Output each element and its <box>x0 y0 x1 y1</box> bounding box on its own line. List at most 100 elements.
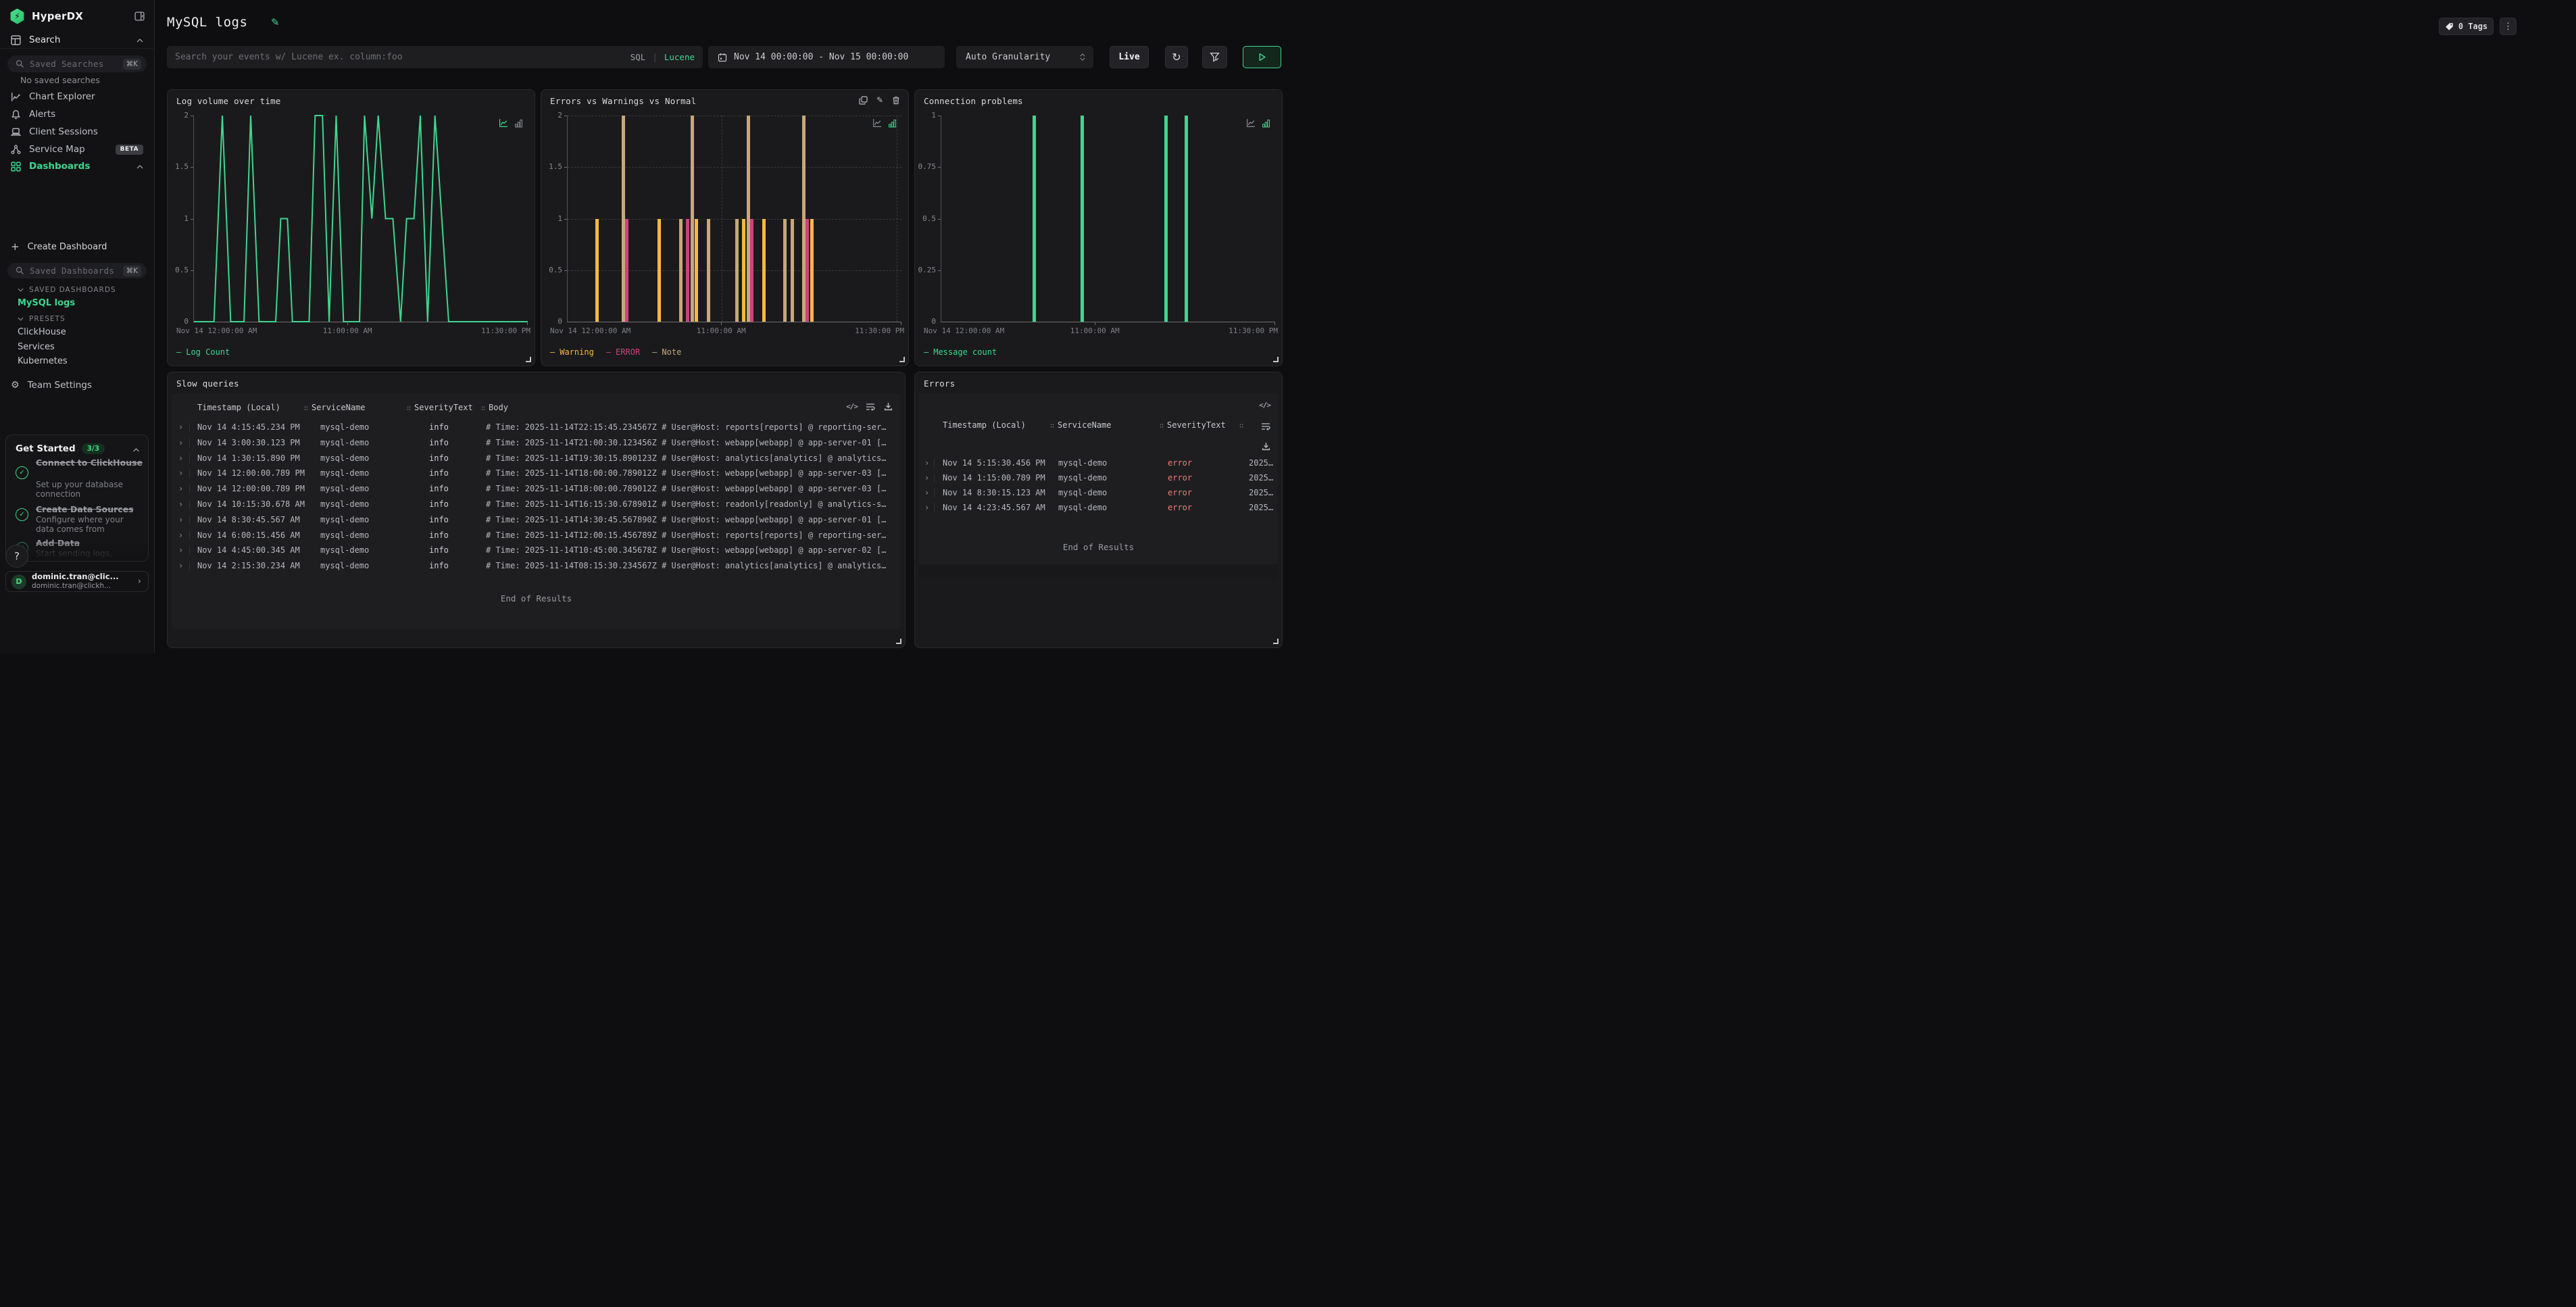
run-query-button[interactable] <box>1243 46 1281 68</box>
refresh-button[interactable]: ↻ <box>1165 46 1188 68</box>
user-menu[interactable]: D dominic.tran@clic... dominic.tran@clic… <box>5 571 149 592</box>
sidebar-item-dashboards[interactable]: Dashboards <box>0 157 154 175</box>
sidebar-item-team-settings[interactable]: ⚙ Team Settings <box>0 376 154 394</box>
column-drag-icon[interactable]: ∷ <box>1050 422 1054 430</box>
chevron-up-icon[interactable] <box>132 442 140 455</box>
preset-item-services[interactable]: Services <box>18 342 55 352</box>
expand-row-icon[interactable]: › <box>924 456 929 470</box>
expand-row-icon[interactable]: › <box>178 436 183 450</box>
create-dashboard-button[interactable]: + Create Dashboard <box>0 238 154 255</box>
saved-dashboards-section[interactable]: SAVED DASHBOARDS <box>18 284 147 296</box>
wrap-lines-icon[interactable] <box>866 402 875 411</box>
legend-swatch: — <box>606 347 611 357</box>
column-header-severitytext[interactable]: ∷SeverityText <box>1160 420 1226 430</box>
chevron-up-icon[interactable] <box>137 34 143 45</box>
dashboard-item-mysql-logs[interactable]: MySQL logs <box>18 298 75 308</box>
table-row[interactable]: ›Nov 14 12:00:00.789 PMmysql-demoinfo# T… <box>172 482 901 496</box>
column-drag-icon[interactable]: ∷ <box>1239 420 1247 430</box>
get-started-step-title[interactable]: Create Data Sources <box>36 504 144 515</box>
table-row[interactable]: ›Nov 14 4:45:00.345 AMmysql-demoinfo# Ti… <box>172 543 901 558</box>
panel-log-volume: Log volume over time 00.511.52Nov 14 12:… <box>167 89 535 366</box>
presets-section[interactable]: PRESETS <box>18 313 147 325</box>
date-range-picker[interactable]: Nov 14 00:00:00 - Nov 15 00:00:00 <box>708 46 945 68</box>
table-row[interactable]: ›Nov 14 1:30:15.890 PMmysql-demoinfo# Ti… <box>172 451 901 466</box>
table-row[interactable]: ›Nov 14 6:00:15.456 AMmysql-demoinfo# Ti… <box>172 528 901 543</box>
expand-row-icon[interactable]: › <box>178 513 183 527</box>
expand-row-icon[interactable]: › <box>178 482 183 496</box>
table-row[interactable]: ›Nov 14 2:15:30.234 AMmysql-demoinfo# Ti… <box>172 559 901 573</box>
lucene-toggle[interactable]: Lucene <box>664 52 695 62</box>
legend-swatch: — <box>550 347 555 357</box>
column-drag-icon[interactable]: ∷ <box>1160 422 1163 430</box>
delete-chart-icon[interactable] <box>892 96 900 105</box>
expand-row-icon[interactable]: › <box>178 559 183 573</box>
event-search-input[interactable]: Search your events w/ Lucene ex. column:… <box>167 46 703 68</box>
collapse-sidebar-icon[interactable] <box>134 11 145 21</box>
edit-title-icon[interactable]: ✎ <box>271 16 280 28</box>
sidebar-item-search[interactable]: Search <box>0 31 154 49</box>
table-row[interactable]: ›Nov 14 5:15:30.456 PMmysql-demoerror202… <box>919 456 1278 470</box>
column-header-servicename[interactable]: ∷ServiceName <box>1050 420 1112 430</box>
column-drag-icon[interactable]: ∷ <box>407 405 410 412</box>
help-button[interactable]: ? <box>5 545 28 568</box>
expand-row-icon[interactable]: › <box>924 501 929 515</box>
view-sql-icon[interactable]: </> <box>846 402 858 411</box>
chart-plot[interactable]: 00.250.50.751Nov 14 12:00:00 AM11:00:00 … <box>941 116 1275 322</box>
column-drag-icon[interactable]: ∷ <box>304 405 307 412</box>
granularity-select[interactable]: Auto Granularity <box>956 46 1093 68</box>
chart-plot[interactable]: 00.511.52Nov 14 12:00:00 AM11:00:00 AM11… <box>567 116 901 322</box>
expand-row-icon[interactable]: › <box>924 486 929 500</box>
chevron-up-icon[interactable] <box>137 161 143 172</box>
legend-item[interactable]: —Warning <box>550 347 594 357</box>
preset-item-clickhouse[interactable]: ClickHouse <box>18 327 66 337</box>
sidebar-item-service-map[interactable]: Service Map BETA <box>0 141 154 158</box>
column-drag-icon[interactable]: ∷ <box>481 405 485 412</box>
table-row[interactable]: ›Nov 14 1:15:00.789 PMmysql-demoerror202… <box>919 471 1278 485</box>
saved-searches-input[interactable]: Saved Searches ⌘K <box>7 55 147 72</box>
sidebar-item-chart-explorer[interactable]: Chart Explorer <box>0 88 154 105</box>
sidebar-item-client-sessions[interactable]: Client Sessions <box>0 123 154 141</box>
duplicate-chart-icon[interactable] <box>859 96 868 105</box>
edit-chart-icon[interactable]: ✎ <box>876 95 883 105</box>
expand-row-icon[interactable]: › <box>924 471 929 485</box>
view-sql-icon[interactable]: </> <box>1259 401 1270 410</box>
sidebar-item-alerts[interactable]: Alerts <box>0 105 154 123</box>
table-row[interactable]: ›Nov 14 12:00:00.789 PMmysql-demoinfo# T… <box>172 466 901 480</box>
column-header-severitytext[interactable]: ∷SeverityText <box>407 403 473 412</box>
expand-row-icon[interactable]: › <box>178 497 183 512</box>
filter-button[interactable] <box>1202 46 1227 68</box>
legend-item[interactable]: —Log Count <box>176 347 230 357</box>
preset-item-kubernetes[interactable]: Kubernetes <box>18 356 68 366</box>
legend-item[interactable]: —ERROR <box>606 347 640 357</box>
table-row[interactable]: ›Nov 14 4:15:45.234 PMmysql-demoinfo# Ti… <box>172 420 901 435</box>
column-header-timestamp[interactable]: Timestamp (Local) <box>943 420 1026 430</box>
sql-toggle[interactable]: SQL <box>630 52 646 62</box>
table-row[interactable]: ›Nov 14 10:15:30.678 AMmysql-demoinfo# T… <box>172 497 901 512</box>
table-row[interactable]: ›Nov 14 4:23:45.567 AMmysql-demoerror202… <box>919 501 1278 515</box>
live-button[interactable]: Live <box>1110 46 1149 68</box>
tags-button[interactable]: 0 Tags <box>2439 18 2494 35</box>
column-header-servicename[interactable]: ∷ServiceName <box>304 403 366 412</box>
saved-dashboards-input[interactable]: Saved Dashboards ⌘K <box>7 263 147 278</box>
download-icon[interactable] <box>884 402 893 411</box>
expand-row-icon[interactable]: › <box>178 420 183 435</box>
table-row[interactable]: ›Nov 14 8:30:15.123 AMmysql-demoerror202… <box>919 486 1278 500</box>
expand-row-icon[interactable]: › <box>178 466 183 480</box>
scrollbar-track[interactable] <box>919 565 1278 579</box>
table-row[interactable]: ›Nov 14 8:30:45.567 AMmysql-demoinfo# Ti… <box>172 513 901 527</box>
chart-plot[interactable]: 00.511.52Nov 14 12:00:00 AM11:00:00 AM11… <box>193 116 528 322</box>
get-started-step-title[interactable]: Connect to ClickHouse <box>36 458 144 468</box>
download-icon[interactable] <box>1262 442 1270 451</box>
column-header-body[interactable]: ∷Body <box>481 403 508 412</box>
legend-item[interactable]: —Message count <box>924 347 997 357</box>
column-header-timestamp[interactable]: Timestamp (Local) <box>197 403 280 412</box>
more-options-button[interactable]: ⋮ <box>2500 18 2517 35</box>
main-content: MySQL logs ✎ 0 Tags ⋮ Search your events… <box>155 0 2576 1307</box>
expand-row-icon[interactable]: › <box>178 543 183 558</box>
timestamp-cell: Nov 14 5:15:30.456 PM <box>943 456 1054 470</box>
expand-row-icon[interactable]: › <box>178 528 183 543</box>
expand-row-icon[interactable]: › <box>178 451 183 466</box>
wrap-lines-icon[interactable] <box>1261 422 1270 430</box>
table-row[interactable]: ›Nov 14 3:00:30.123 PMmysql-demoinfo# Ti… <box>172 436 901 450</box>
legend-item[interactable]: —Note <box>652 347 681 357</box>
